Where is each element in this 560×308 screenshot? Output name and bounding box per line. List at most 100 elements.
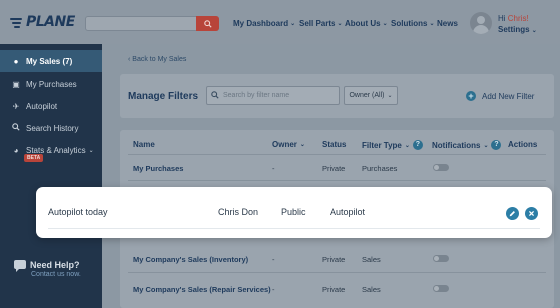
sidebar-item-my-sales[interactable]: ● My Sales (7) [0,50,102,72]
top-header: PLANE My Dashboard ⌄ Sell Parts ⌄ About Us… [0,0,560,44]
filter-search-input[interactable]: Search by filter name [206,86,340,105]
plus-icon: + [466,91,476,101]
row-owner: - [272,255,275,264]
beta-badge: BETA [24,154,44,162]
avatar[interactable] [470,12,492,34]
money-bag-icon: ● [13,56,19,66]
chevron-down-icon: ⌄ [429,21,435,27]
cart-icon: ▣ [12,79,20,89]
help-title: Need Help? [30,260,80,270]
sidebar: ● My Sales (7) ▣ My Purchases ✈ Autopilo… [0,44,102,308]
row-owner: - [272,285,275,294]
column-label: Status [322,140,347,149]
row-status: Private [322,255,346,264]
column-header-owner[interactable]: Owner ⌄ [272,140,305,149]
column-label: Filter Type [362,140,402,150]
header-search-input[interactable] [85,16,219,31]
nav-my-dashboard[interactable]: My Dashboard ⌄ [233,19,295,28]
sidebar-item-label: Autopilot [26,101,58,111]
nav-label: News [437,19,458,28]
chevron-down-icon: ⌄ [483,142,489,149]
nav-label: My Dashboard [233,19,289,28]
need-help[interactable]: Need Help? Contact us now. [14,260,81,278]
search-icon [211,90,219,101]
highlighted-filter-row[interactable]: Autopilot today Chris Don Public Autopil… [36,187,552,238]
column-label: Name [133,140,155,149]
chat-icon [14,260,26,272]
highlight-row-type: Autopilot [330,207,366,217]
logo-mark-icon [10,15,24,29]
chevron-down-icon: ⌄ [290,21,296,27]
column-header-status: Status [322,140,346,149]
help-icon[interactable]: ? [412,140,423,150]
search-icon [203,19,212,28]
nav-label: Sell Parts [299,19,336,28]
owner-select[interactable]: Owner (All) ⌄ [344,86,398,105]
row-divider [128,180,546,181]
nav-solutions[interactable]: Solutions ⌄ [391,19,434,28]
add-filter-label: Add New Filter [482,91,535,101]
help-icon[interactable]: ? [491,140,502,150]
header-divider [128,154,546,155]
row-name[interactable]: My Company's Sales (Repair Services) [133,285,271,294]
notification-toggle[interactable] [433,255,449,262]
plane-logo[interactable]: PLANE [10,14,75,30]
chevron-down-icon: ⌄ [299,142,305,148]
notification-toggle[interactable] [433,164,449,171]
back-link[interactable]: ‹ Back to My Sales [128,56,186,63]
nav-about-us[interactable]: About Us ⌄ [345,19,388,28]
row-owner: - [272,164,275,173]
sidebar-item-search-history[interactable]: Search History [0,117,102,139]
nav-label: About Us [345,19,381,28]
nav-news[interactable]: News [437,19,458,28]
sidebar-item-label: Search History [26,123,79,133]
greeting-prefix: Hi [498,14,508,23]
column-header-name: Name [133,140,155,149]
row-status: Private [322,164,346,173]
chevron-down-icon: ⌄ [404,142,410,149]
pencil-icon [509,211,515,217]
chevron-down-icon: ⌄ [337,21,343,27]
row-type: Purchases [362,164,398,173]
column-label: Owner [272,140,297,149]
sidebar-item-autopilot[interactable]: ✈ Autopilot [0,95,102,117]
sidebar-item-stats-analytics[interactable]: ◕ Stats & Analytics ⌄ [0,139,102,161]
highlight-row-status: Public [281,207,306,217]
contact-link[interactable]: Contact us now. [31,271,81,278]
highlight-row-owner: Chris Don [218,207,259,217]
row-name[interactable]: My Company's Sales (Inventory) [133,255,248,264]
add-new-filter-button[interactable]: + Add New Filter [466,91,534,101]
pie-chart-icon: ◕ [13,145,19,155]
settings-label: Settings [498,25,530,34]
row-status: Private [322,285,346,294]
owner-select-value: Owner (All) [349,92,385,99]
plane-icon: ✈ [12,101,20,111]
column-header-notifications[interactable]: Notifications ⌄? [432,140,502,150]
settings-menu[interactable]: Settings ⌄ [498,24,537,37]
sidebar-item-label: My Sales (7) [26,56,73,66]
row-name[interactable]: My Purchases [133,164,183,173]
edit-filter-button[interactable] [506,207,519,220]
row-divider [128,272,546,273]
row-type: Sales [362,255,381,264]
nav-label: Solutions [391,19,428,28]
chevron-down-icon: ⌄ [88,147,94,154]
header-search-button[interactable] [196,16,219,31]
logo-text: PLANE [26,14,75,30]
chevron-down-icon: ⌄ [387,93,393,99]
main-content: ‹ Back to My Sales Manage Filters Search… [102,44,560,308]
page-title: Manage Filters [128,91,199,102]
search-icon [10,123,22,133]
chevron-down-icon: ⌄ [531,28,537,34]
notification-toggle[interactable] [433,285,449,292]
close-icon [528,210,535,217]
row-type: Sales [362,285,381,294]
column-header-filter-type[interactable]: Filter Type ⌄? [362,140,423,150]
delete-filter-button[interactable] [525,207,538,220]
sidebar-item-my-purchases[interactable]: ▣ My Purchases [0,73,102,95]
sidebar-item-label: My Purchases [26,79,77,89]
column-header-actions: Actions [508,140,537,149]
highlight-row-name[interactable]: Autopilot today [48,207,108,217]
filter-search-placeholder: Search by filter name [223,92,290,99]
nav-sell-parts[interactable]: Sell Parts ⌄ [299,19,343,28]
